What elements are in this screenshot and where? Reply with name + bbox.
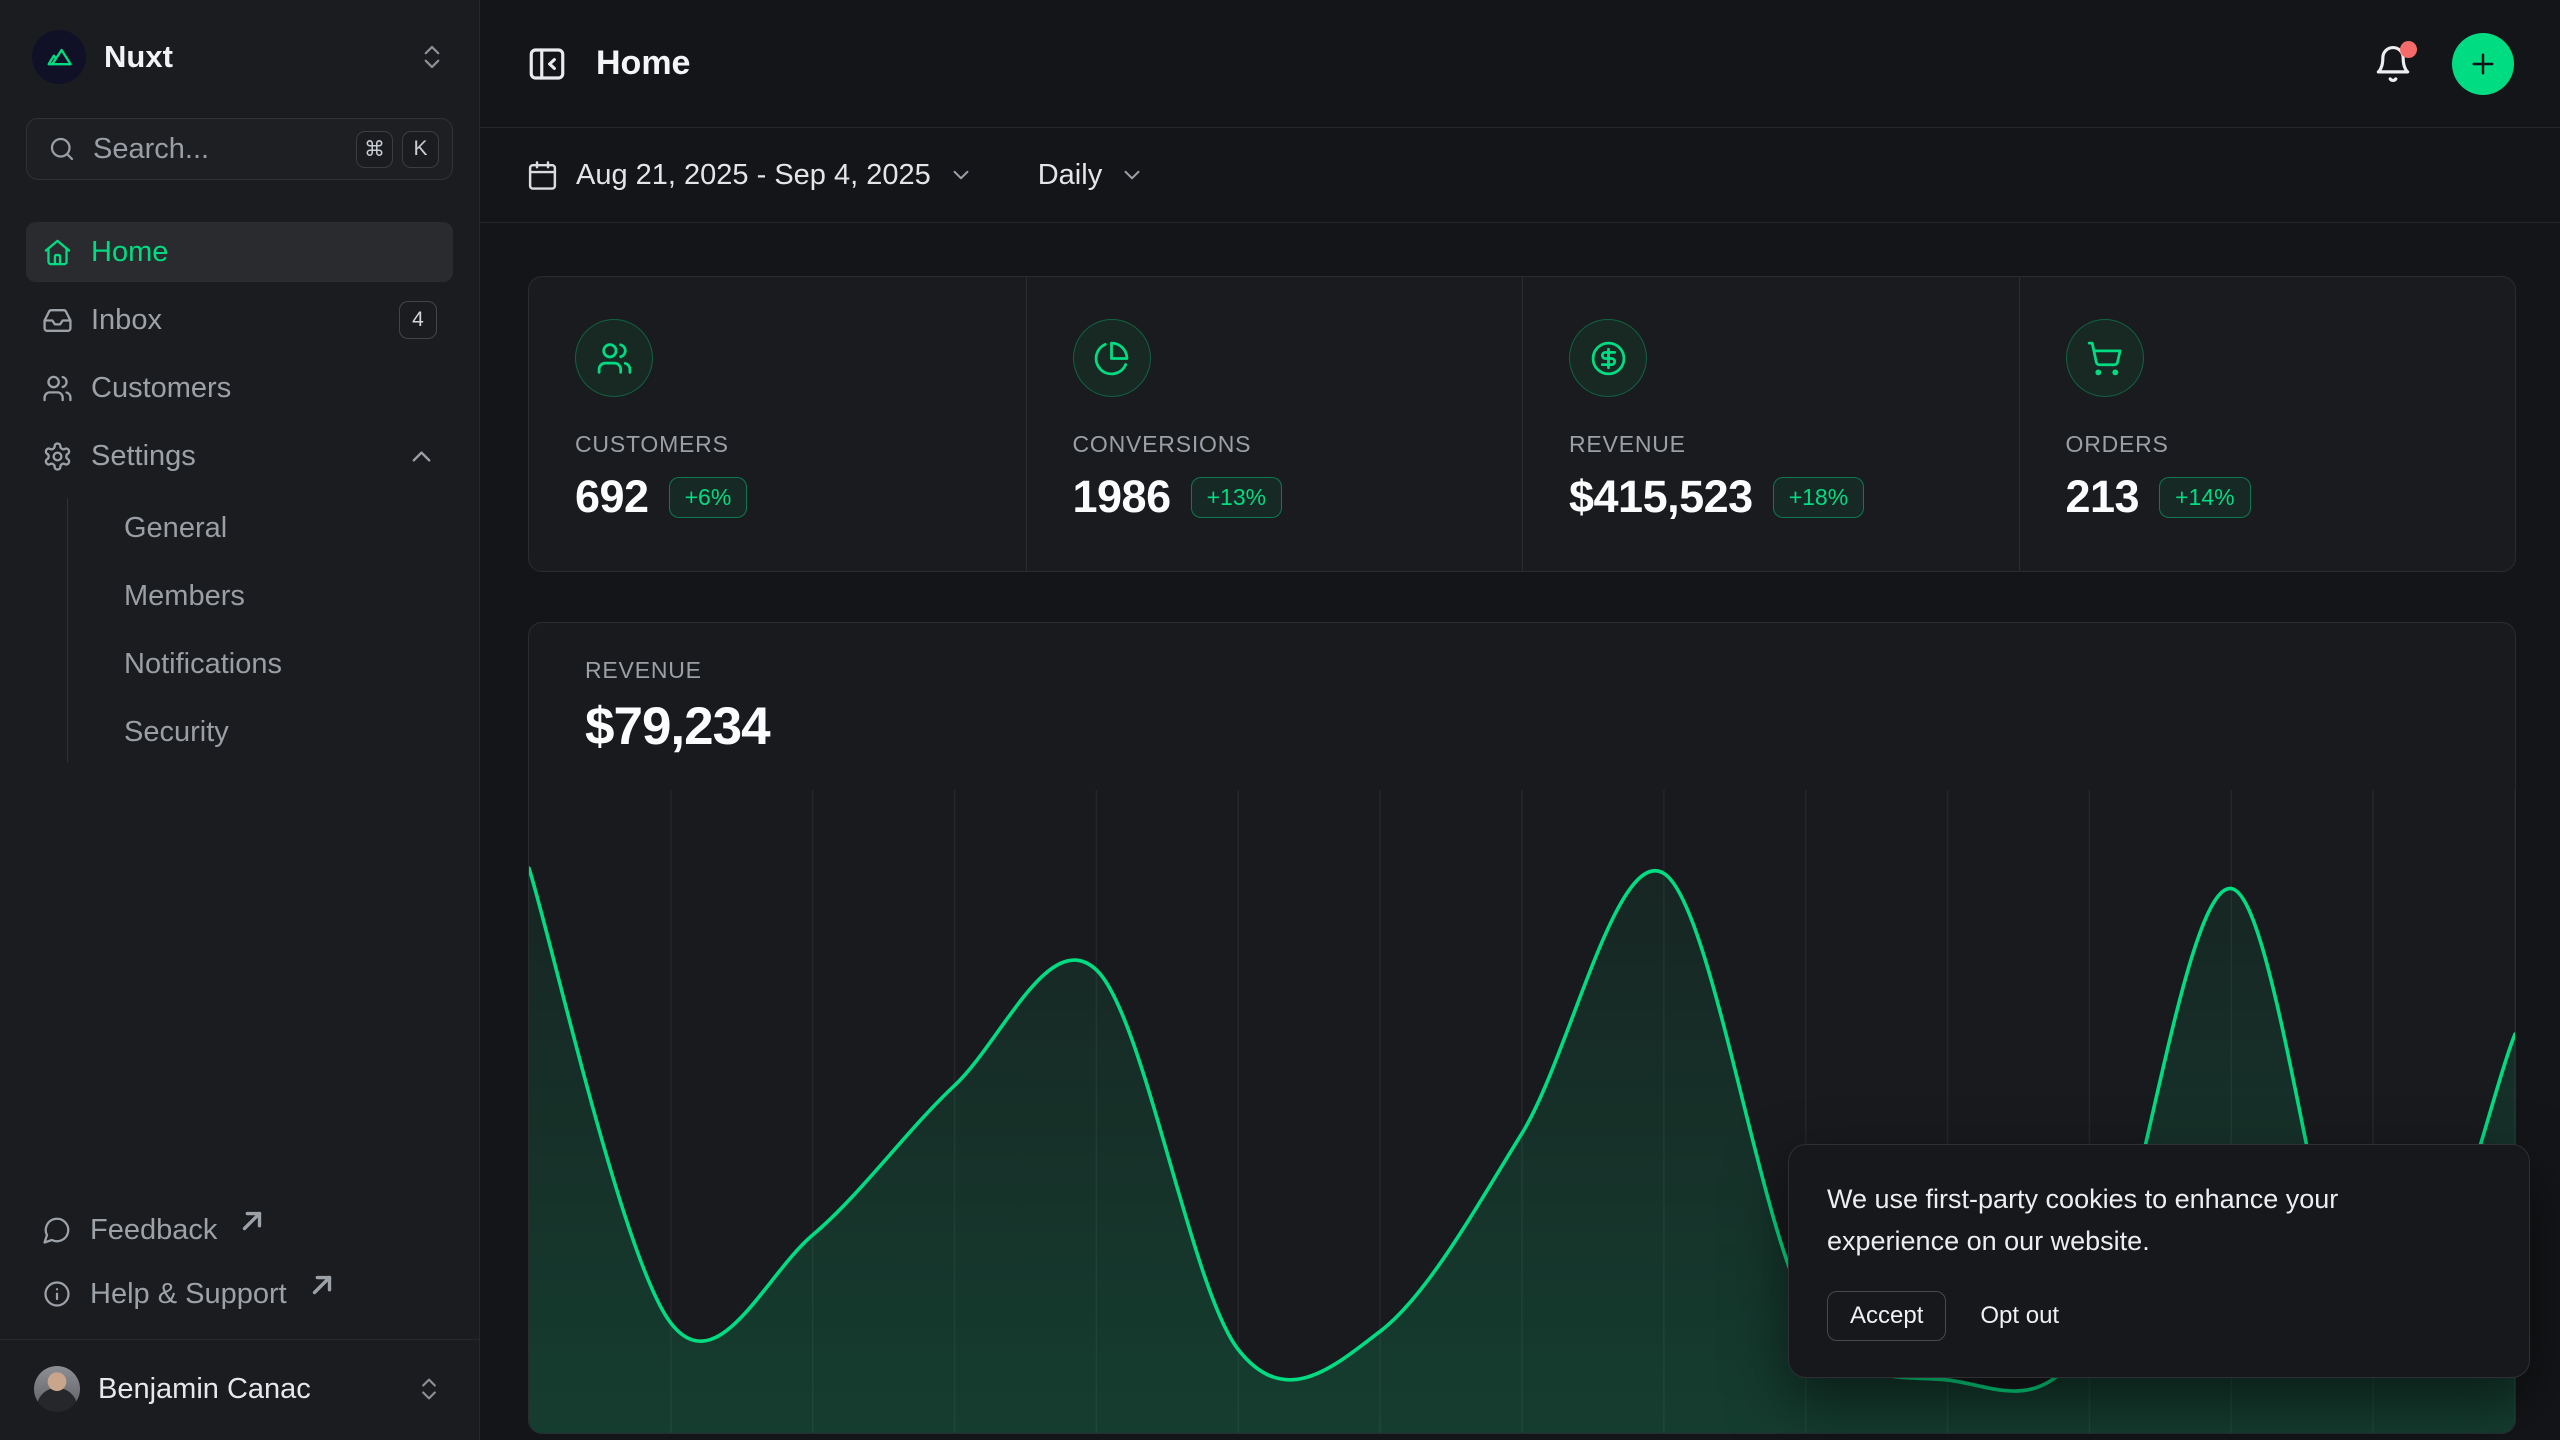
panel-left-close-icon	[526, 43, 568, 85]
sidebar-item-members[interactable]: Members	[108, 566, 453, 626]
nuxt-logo-icon	[32, 30, 86, 84]
granularity-select[interactable]: Daily	[1038, 159, 1145, 192]
sidebar-subitem-label: Security	[124, 716, 229, 749]
stats-panel: CUSTOMERS 692 +6% CONVERSIONS 1986 +13%	[528, 276, 2516, 572]
sidebar-item-label: Home	[91, 236, 168, 269]
home-icon	[42, 237, 73, 268]
user-menu[interactable]: Benjamin Canac	[26, 1362, 453, 1412]
sidebar-nav: Home Inbox 4 Customers Settings General	[26, 222, 453, 762]
sidebar-subitem-label: Notifications	[124, 648, 282, 681]
collapse-sidebar-button[interactable]	[526, 43, 568, 85]
feedback-link[interactable]: Feedback	[26, 1201, 453, 1259]
search-icon	[47, 134, 77, 164]
plus-icon	[2467, 48, 2499, 80]
chevron-down-icon	[1119, 162, 1145, 188]
sidebar-item-label: Customers	[91, 372, 231, 405]
stat-value: 692	[575, 471, 649, 523]
stat-value: 1986	[1073, 471, 1171, 523]
users-icon	[575, 319, 653, 397]
stat-value: 213	[2066, 471, 2140, 523]
chevrons-up-down-icon	[415, 1375, 443, 1403]
stat-value: $415,523	[1569, 471, 1753, 523]
sidebar-divider	[0, 1339, 479, 1340]
sidebar-item-security[interactable]: Security	[108, 702, 453, 762]
search-placeholder: Search...	[93, 133, 340, 166]
sidebar-subitem-label: General	[124, 512, 227, 545]
shopping-cart-icon	[2066, 319, 2144, 397]
stat-label: ORDERS	[2066, 431, 2470, 458]
users-icon	[42, 373, 73, 404]
add-button[interactable]	[2452, 33, 2514, 95]
revenue-chart-label: REVENUE	[585, 657, 2459, 684]
cookie-message: We use first-party cookies to enhance yo…	[1827, 1179, 2435, 1263]
stat-label: REVENUE	[1569, 431, 1973, 458]
workspace-selector[interactable]: Nuxt	[26, 26, 453, 88]
external-link-icon	[237, 1206, 267, 1236]
date-range-value: Aug 21, 2025 - Sep 4, 2025	[576, 159, 931, 192]
notification-dot	[2400, 41, 2417, 58]
sidebar-subitem-label: Members	[124, 580, 245, 613]
pie-chart-icon	[1073, 319, 1151, 397]
feedback-label: Feedback	[90, 1214, 217, 1247]
cookie-banner: We use first-party cookies to enhance yo…	[1788, 1144, 2530, 1378]
stat-conversions[interactable]: CONVERSIONS 1986 +13%	[1026, 277, 1523, 571]
page-header: Home	[480, 0, 2560, 128]
stat-label: CUSTOMERS	[575, 431, 980, 458]
help-support-label: Help & Support	[90, 1278, 287, 1311]
sidebar-footer: Feedback Help & Support	[26, 1201, 453, 1323]
kbd-cmd: ⌘	[356, 131, 393, 168]
external-link-icon	[307, 1270, 337, 1300]
stat-delta-badge: +14%	[2159, 477, 2250, 518]
stat-delta-badge: +18%	[1773, 477, 1864, 518]
search-input[interactable]: Search... ⌘ K	[26, 118, 453, 180]
dollar-circle-icon	[1569, 319, 1647, 397]
revenue-chart-total: $79,234	[585, 696, 2459, 757]
stat-revenue[interactable]: REVENUE $415,523 +18%	[1522, 277, 2019, 571]
sidebar-item-label: Inbox	[91, 304, 162, 337]
sidebar-item-customers[interactable]: Customers	[26, 358, 453, 418]
gear-icon	[42, 441, 73, 472]
kbd-k: K	[402, 131, 439, 168]
stat-delta-badge: +6%	[669, 477, 748, 518]
page-title: Home	[596, 44, 690, 83]
sidebar-item-settings[interactable]: Settings	[26, 426, 453, 486]
sidebar-item-general[interactable]: General	[108, 498, 453, 558]
search-shortcut: ⌘ K	[356, 131, 439, 168]
sidebar-item-inbox[interactable]: Inbox 4	[26, 290, 453, 350]
date-range-picker[interactable]: Aug 21, 2025 - Sep 4, 2025	[526, 159, 974, 192]
info-circle-icon	[42, 1279, 72, 1309]
sidebar-item-notifications[interactable]: Notifications	[108, 634, 453, 694]
workspace-name: Nuxt	[104, 39, 173, 75]
sidebar-item-home[interactable]: Home	[26, 222, 453, 282]
user-avatar	[34, 1366, 80, 1412]
granularity-value: Daily	[1038, 159, 1102, 192]
chevron-down-icon	[948, 162, 974, 188]
sidebar-item-label: Settings	[91, 440, 196, 473]
inbox-count-badge: 4	[399, 301, 437, 339]
message-circle-icon	[42, 1215, 72, 1245]
filter-toolbar: Aug 21, 2025 - Sep 4, 2025 Daily	[480, 128, 2560, 223]
help-support-link[interactable]: Help & Support	[26, 1265, 453, 1323]
inbox-icon	[42, 305, 73, 336]
stat-orders[interactable]: ORDERS 213 +14%	[2019, 277, 2516, 571]
accept-cookies-button[interactable]: Accept	[1827, 1291, 1946, 1341]
user-name: Benjamin Canac	[98, 1373, 311, 1406]
sidebar: Nuxt Search... ⌘ K Home Inbox 4	[0, 0, 480, 1440]
notifications-button[interactable]	[2372, 43, 2414, 85]
stat-label: CONVERSIONS	[1073, 431, 1477, 458]
chevron-up-icon	[406, 441, 437, 472]
stat-delta-badge: +13%	[1191, 477, 1282, 518]
settings-children: General Members Notifications Security	[67, 498, 453, 762]
stat-customers[interactable]: CUSTOMERS 692 +6%	[529, 277, 1026, 571]
calendar-icon	[526, 159, 559, 192]
opt-out-button[interactable]: Opt out	[1976, 1292, 2063, 1340]
chevrons-up-down-icon	[417, 42, 447, 72]
